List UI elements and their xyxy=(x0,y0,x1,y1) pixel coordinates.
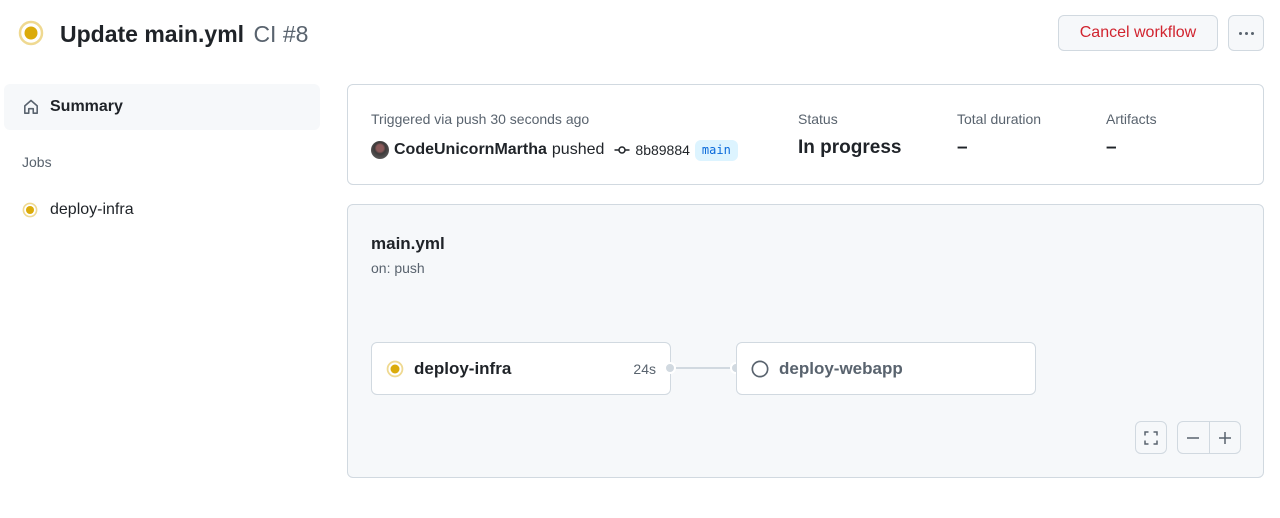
avatar[interactable] xyxy=(371,141,389,159)
kebab-horizontal-icon xyxy=(1238,31,1254,35)
fullscreen-button[interactable] xyxy=(1135,421,1167,454)
artifacts-field: Artifacts – xyxy=(1106,111,1157,159)
job-node-deploy-infra[interactable]: deploy-infra 24s xyxy=(371,342,671,395)
sidebar-job-deploy-infra[interactable]: deploy-infra xyxy=(4,194,320,226)
duration-field: Total duration – xyxy=(957,111,1041,159)
in-progress-icon xyxy=(22,202,38,218)
job-duration: 24s xyxy=(633,360,656,377)
in-progress-icon xyxy=(18,20,44,46)
sidebar-job-label: deploy-infra xyxy=(50,201,134,218)
run-summary-card: Triggered via push 30 seconds ago CodeUn… xyxy=(347,84,1264,185)
zoom-controls xyxy=(1177,421,1241,454)
zoom-out-button[interactable] xyxy=(1178,422,1209,453)
zoom-in-button[interactable] xyxy=(1209,422,1240,453)
job-connector xyxy=(670,367,736,369)
plus-icon xyxy=(1218,431,1231,444)
home-icon xyxy=(24,99,38,114)
commit-sha-link[interactable]: 8b89884 xyxy=(635,142,690,158)
artifacts-value: – xyxy=(1106,137,1117,158)
status-field: Status In progress xyxy=(798,111,901,159)
page-title: Update main.yml CI #8 xyxy=(60,19,308,49)
more-options-button[interactable] xyxy=(1228,15,1264,51)
trigger-details: CodeUnicornMartha pushed 8b89884 main xyxy=(371,139,738,161)
in-progress-icon xyxy=(386,360,404,377)
job-node-deploy-webapp[interactable]: deploy-webapp xyxy=(736,342,1036,395)
sidebar-item-summary[interactable]: Summary xyxy=(4,84,320,130)
status-label: Status xyxy=(798,111,838,127)
sidebar-item-label: Summary xyxy=(50,98,123,115)
queued-icon xyxy=(751,360,769,377)
actor-link[interactable]: CodeUnicornMartha xyxy=(394,141,547,159)
git-commit-icon xyxy=(614,146,630,154)
job-name: deploy-infra xyxy=(414,358,512,378)
action-text: pushed xyxy=(551,141,605,158)
workflow-file-name[interactable]: main.yml xyxy=(371,234,445,254)
jobs-heading: Jobs xyxy=(22,154,52,170)
duration-value: – xyxy=(957,137,968,158)
job-name: deploy-webapp xyxy=(779,358,903,378)
output-port xyxy=(664,362,676,374)
duration-label: Total duration xyxy=(957,111,1042,127)
branch-badge[interactable]: main xyxy=(694,139,738,161)
status-value: In progress xyxy=(798,137,902,158)
cancel-workflow-button[interactable]: Cancel workflow xyxy=(1058,15,1218,51)
fullscreen-icon xyxy=(1144,430,1158,445)
run-title: Update main.yml xyxy=(60,21,245,47)
trigger-text: Triggered via push 30 seconds ago xyxy=(371,111,590,127)
workflow-trigger: on: push xyxy=(371,260,425,276)
page-header: Update main.yml CI #8 Cancel workflow xyxy=(0,0,1280,70)
artifacts-label: Artifacts xyxy=(1106,111,1157,127)
workflow-graph: main.yml on: push deploy-infra 24s deplo… xyxy=(347,204,1264,478)
run-number: CI #8 xyxy=(253,21,309,47)
minus-icon xyxy=(1187,436,1200,439)
